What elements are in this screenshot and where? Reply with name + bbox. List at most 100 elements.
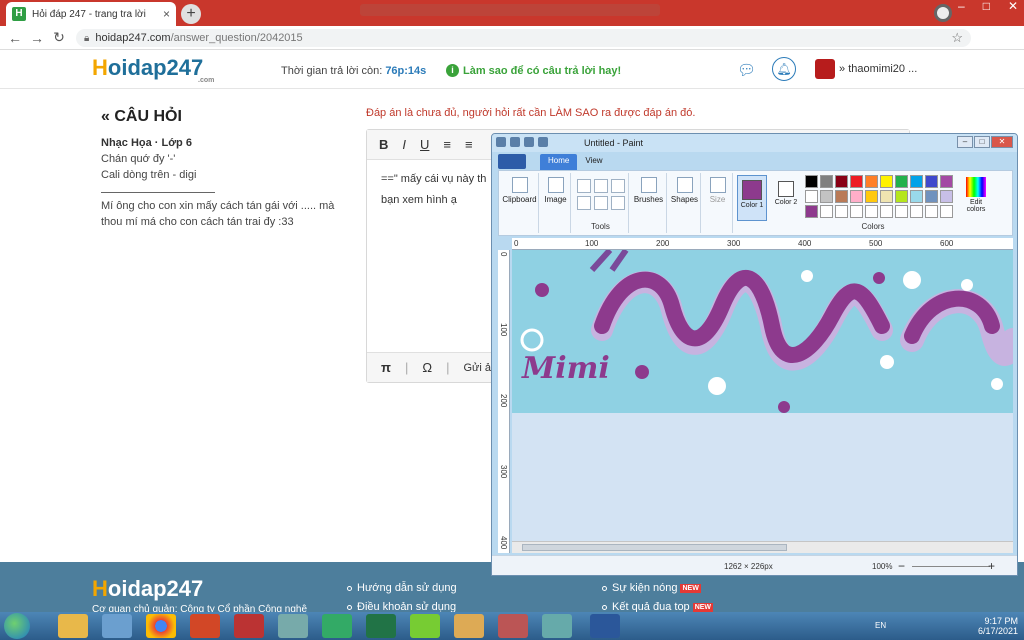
tab-close-icon[interactable]: × — [163, 7, 170, 21]
paint-taskbar-icon[interactable] — [102, 614, 132, 638]
chat-icon[interactable]: 💬︎ — [737, 61, 756, 79]
user-avatar[interactable] — [815, 59, 835, 79]
browser-tab[interactable]: H Hỏi đáp 247 - trang tra lời × — [6, 2, 176, 26]
app-taskbar-icon[interactable] — [234, 614, 264, 638]
maximize-icon[interactable]: □ — [983, 0, 990, 12]
tab-home[interactable]: Home — [540, 154, 578, 170]
minimize-icon[interactable]: – — [958, 0, 965, 12]
zoom-slider[interactable] — [912, 566, 990, 567]
app-taskbar-icon[interactable] — [322, 614, 352, 638]
size-group[interactable]: Size — [703, 173, 733, 233]
zoom-in-button[interactable]: + — [988, 559, 995, 573]
palette-swatch[interactable] — [850, 205, 863, 218]
palette-swatch[interactable] — [865, 205, 878, 218]
tab-view[interactable]: View — [577, 154, 610, 170]
palette-swatch[interactable] — [805, 175, 818, 188]
palette-swatch[interactable] — [940, 190, 953, 203]
microphone-taskbar-icon[interactable] — [498, 614, 528, 638]
back-icon[interactable]: ← — [4, 30, 26, 46]
palette-swatch[interactable] — [865, 175, 878, 188]
palette-swatch[interactable] — [910, 190, 923, 203]
color2-button[interactable]: Color 2 — [771, 175, 801, 221]
paint-canvas-area[interactable]: Mimi — [512, 250, 1013, 553]
footer-logo[interactable]: Hoidap247 — [92, 576, 203, 602]
fill-icon[interactable] — [594, 179, 608, 193]
omega-symbol-button[interactable]: Ω — [422, 360, 432, 375]
system-clock[interactable]: 9:17 PM 6/17/2021 — [978, 616, 1018, 636]
color-picker-icon[interactable] — [594, 196, 608, 210]
paint-menu-button[interactable] — [498, 154, 526, 169]
palette-swatch[interactable] — [895, 205, 908, 218]
word-taskbar-icon[interactable] — [590, 614, 620, 638]
paint-maximize-icon[interactable]: □ — [974, 136, 990, 148]
palette-swatch[interactable] — [880, 190, 893, 203]
palette-swatch[interactable] — [910, 175, 923, 188]
calculator-taskbar-icon[interactable] — [278, 614, 308, 638]
chrome-taskbar-icon[interactable] — [146, 614, 176, 638]
notification-bell-icon[interactable]: 🔔︎ — [772, 57, 796, 81]
answer-tips-link[interactable]: i Làm sao để có câu trả lời hay! — [446, 64, 621, 77]
bold-button[interactable]: B — [379, 137, 388, 152]
address-bar[interactable]: 🔒︎ hoidap247.com/answer_question/2042015… — [76, 29, 971, 47]
palette-swatch[interactable] — [805, 205, 818, 218]
start-button[interactable] — [4, 613, 30, 639]
palette-swatch[interactable] — [880, 175, 893, 188]
horizontal-scrollbar[interactable] — [512, 541, 1013, 553]
math-pi-button[interactable]: π — [381, 360, 391, 375]
palette-swatch[interactable] — [895, 175, 908, 188]
bookmark-star-icon[interactable]: ☆ — [951, 30, 963, 46]
paint-close-icon[interactable]: ✕ — [991, 136, 1013, 148]
palette-swatch[interactable] — [895, 190, 908, 203]
palette-swatch[interactable] — [820, 190, 833, 203]
italic-button[interactable]: I — [402, 137, 406, 152]
app-taskbar-icon[interactable] — [410, 614, 440, 638]
edit-colors-button[interactable]: Edit colors — [961, 175, 991, 213]
reload-icon[interactable]: ↻ — [48, 29, 70, 46]
palette-swatch[interactable] — [880, 205, 893, 218]
excel-taskbar-icon[interactable] — [366, 614, 396, 638]
app-taskbar-icon[interactable] — [542, 614, 572, 638]
pencil-icon[interactable] — [577, 179, 591, 193]
brushes-group[interactable]: Brushes — [631, 173, 667, 233]
username[interactable]: » thaomimi20 ... — [839, 63, 917, 75]
clipboard-group[interactable]: Clipboard — [501, 173, 539, 233]
palette-swatch[interactable] — [925, 205, 938, 218]
palette-swatch[interactable] — [850, 175, 863, 188]
align-left-button[interactable]: ≡ — [443, 137, 451, 152]
answer-text[interactable]: bạn xem hình ạ — [381, 194, 457, 206]
footer-link-events[interactable]: Sự kiện nóng NEW — [602, 582, 701, 594]
palette-swatch[interactable] — [835, 190, 848, 203]
footer-link-guide[interactable]: Hướng dẫn sử dụng — [347, 582, 457, 594]
palette-swatch[interactable] — [925, 190, 938, 203]
palette-swatch[interactable] — [835, 205, 848, 218]
palette-swatch[interactable] — [835, 175, 848, 188]
browser-profile-icon[interactable] — [934, 4, 952, 22]
close-window-icon[interactable]: ✕ — [1008, 0, 1018, 12]
palette-swatch[interactable] — [850, 190, 863, 203]
palette-swatch[interactable] — [820, 175, 833, 188]
palette-swatch[interactable] — [805, 190, 818, 203]
site-logo[interactable]: Hoidap247 .com — [92, 55, 214, 84]
palette-swatch[interactable] — [910, 205, 923, 218]
underline-button[interactable]: U — [420, 137, 429, 152]
eraser-icon[interactable] — [577, 196, 591, 210]
save-icon[interactable] — [510, 137, 520, 147]
color1-button[interactable]: Color 1 — [737, 175, 767, 221]
shapes-group[interactable]: Shapes — [669, 173, 701, 233]
palette-swatch[interactable] — [940, 175, 953, 188]
undo-icon[interactable] — [524, 137, 534, 147]
align-center-button[interactable]: ≡ — [465, 137, 473, 152]
new-tab-button[interactable]: + — [181, 4, 201, 24]
text-icon[interactable] — [611, 179, 625, 193]
palette-swatch[interactable] — [820, 205, 833, 218]
forward-icon[interactable]: → — [26, 30, 48, 46]
palette-swatch[interactable] — [940, 205, 953, 218]
image-group[interactable]: Image — [541, 173, 571, 233]
palette-swatch[interactable] — [865, 190, 878, 203]
zoom-out-button[interactable]: − — [898, 559, 905, 573]
app-taskbar-icon[interactable] — [454, 614, 484, 638]
answer-text[interactable]: ==" mấy cái vụ này th — [381, 173, 486, 185]
redo-icon[interactable] — [538, 137, 548, 147]
magnifier-icon[interactable] — [611, 196, 625, 210]
canvas-image[interactable]: Mimi — [512, 250, 1013, 413]
